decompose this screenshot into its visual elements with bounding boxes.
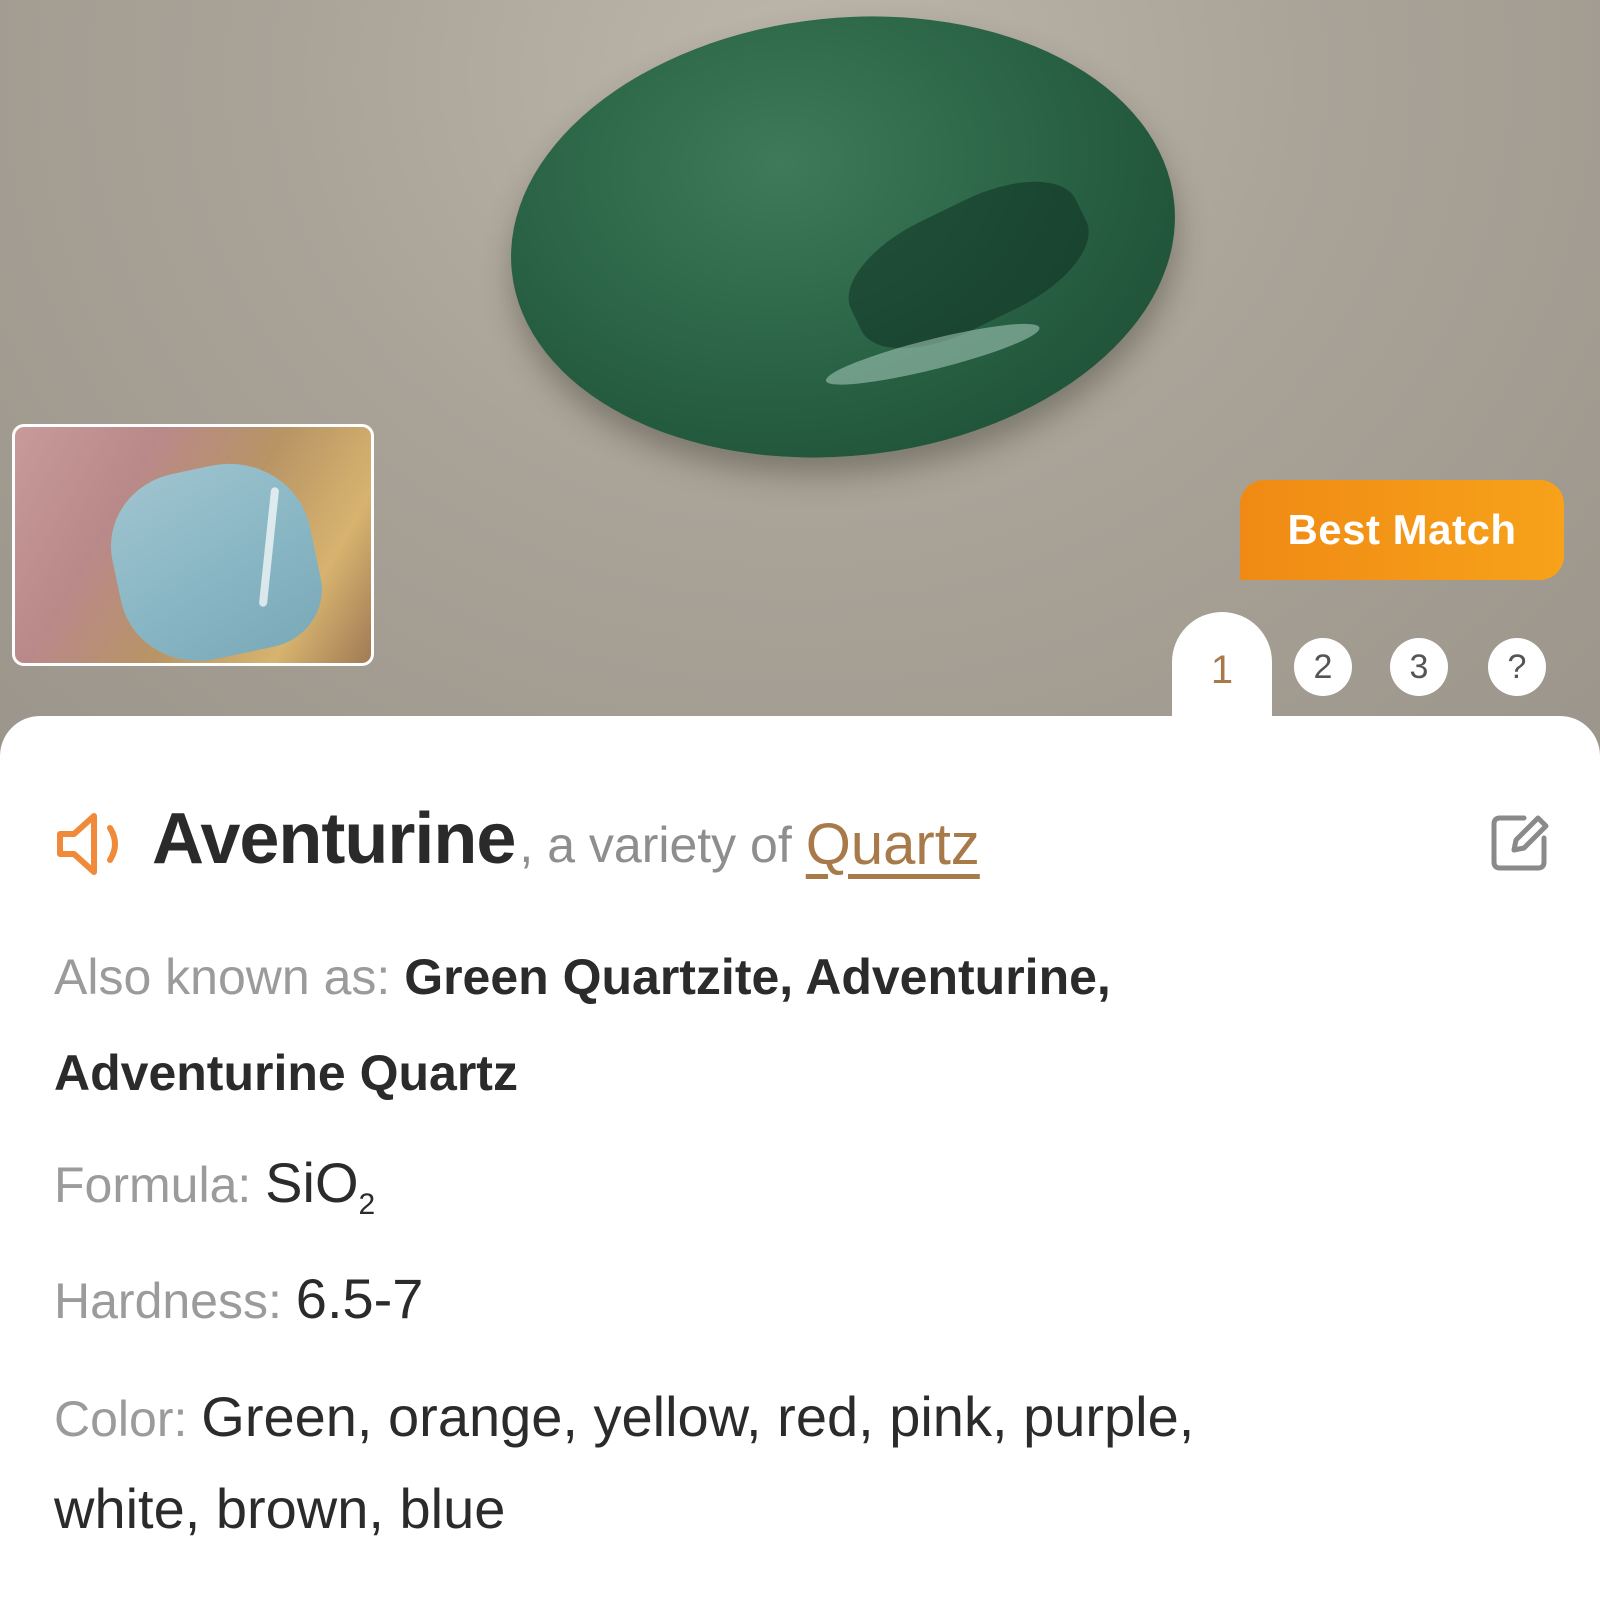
also-known-as-label: Also known as: — [54, 949, 391, 1005]
parent-mineral-link[interactable]: Quartz — [806, 811, 980, 880]
edit-icon[interactable] — [1490, 812, 1550, 872]
user-photo-thumbnail[interactable] — [12, 424, 374, 666]
also-known-as-value-2: Adventurine Quartz — [54, 1045, 518, 1101]
color-value-2: white, brown, blue — [54, 1477, 506, 1540]
color-value: Green, orange, yellow, red, pink, purple… — [201, 1385, 1195, 1448]
also-known-as-value: Green Quartzite, Adventurine, — [404, 949, 1111, 1005]
color-row: Color: Green, orange, yellow, red, pink,… — [54, 1384, 1194, 1449]
tab-match-2[interactable]: 2 — [1294, 638, 1352, 696]
also-known-as-row-2: Adventurine Quartz — [54, 1044, 518, 1102]
hardness-label: Hardness: — [54, 1273, 282, 1329]
tab-match-1[interactable]: 1 — [1172, 612, 1272, 732]
formula-label: Formula: — [54, 1157, 252, 1213]
also-known-as-row: Also known as: Green Quartzite, Adventur… — [54, 948, 1111, 1006]
result-title: Aventurine , a variety of Quartz — [54, 790, 1554, 880]
tab-match-unknown[interactable]: ? — [1488, 638, 1546, 696]
best-match-badge: Best Match — [1240, 480, 1564, 580]
hardness-row: Hardness: 6.5-7 — [54, 1266, 423, 1331]
hardness-value: 6.5-7 — [295, 1267, 424, 1330]
formula-row: Formula: SiO2 — [54, 1150, 375, 1222]
formula-value: SiO2 — [265, 1151, 376, 1222]
mineral-name: Aventurine — [152, 799, 516, 879]
color-label: Color: — [54, 1391, 188, 1447]
gem-image — [488, 0, 1198, 490]
variety-text: , a variety of — [519, 817, 792, 873]
tab-match-3[interactable]: 3 — [1390, 638, 1448, 696]
color-row-2: white, brown, blue — [54, 1476, 505, 1541]
speaker-icon[interactable] — [54, 808, 140, 880]
